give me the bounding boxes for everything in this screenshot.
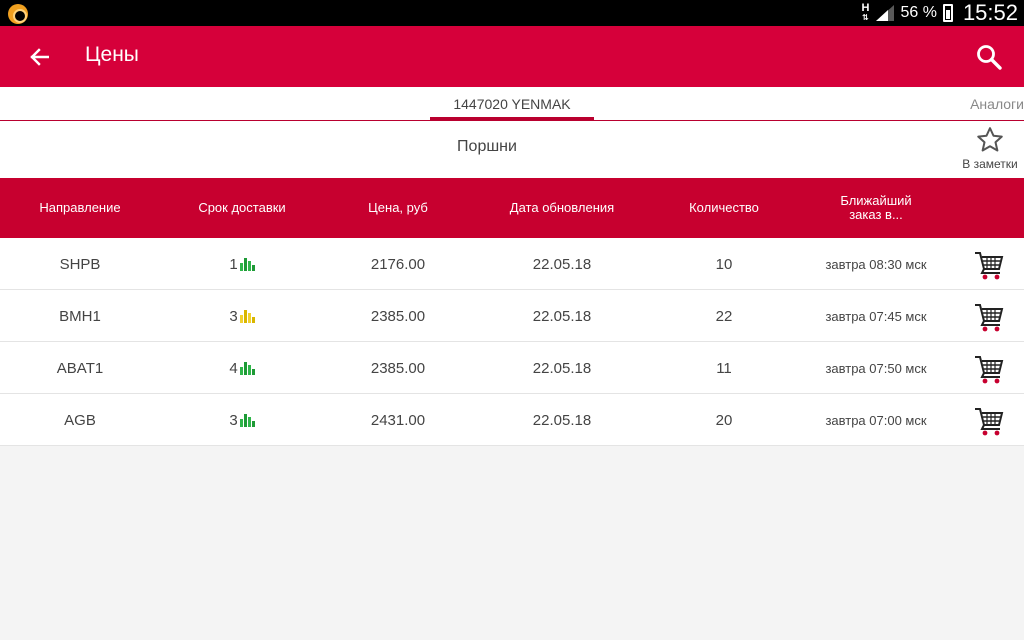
cell-quantity: 11 [716,359,732,377]
status-bar: H ⇅ 56 % 15:52 [0,0,1024,26]
search-button[interactable] [972,40,1006,74]
col-header-direction[interactable]: Направление [0,178,160,238]
cell-date: 22.05.18 [532,255,592,273]
cell-price: 2431.00 [370,411,426,429]
table-row[interactable]: SHPB 1 2176.00 22.05.18 10 завтра 08:30 … [0,238,1024,290]
add-to-notes-button[interactable]: В заметки [958,125,1022,177]
table-row[interactable]: AGB 3 2431.00 22.05.18 20 завтра 07:00 м… [0,394,1024,446]
cell-direction: BMH1 [59,307,101,325]
col-header-quantity[interactable]: Количество [652,178,796,238]
network-type-icon: H ⇅ [861,2,870,23]
app-notification-icon [8,4,28,24]
reliability-bars-icon [239,309,255,323]
tab-analogs[interactable]: Аналоги [970,87,1024,121]
cart-icon[interactable] [974,351,1004,385]
table-header: Направление Срок доставки Цена, руб Дата… [0,178,1024,238]
cell-quantity: 10 [715,255,733,273]
cell-delivery: 4 [160,342,324,394]
cell-delivery: 1 [160,238,324,290]
arrow-left-icon [30,48,49,66]
table-row[interactable]: BMH1 3 2385.00 22.05.18 22 завтра 07:45 … [0,290,1024,342]
clock: 15:52 [962,0,1018,25]
cell-next-order: завтра 07:50 мск [825,360,927,376]
add-to-notes-label: В заметки [962,157,1018,171]
reliability-bars-icon [239,413,255,427]
reliability-bars-icon [239,361,255,375]
col-header-delivery[interactable]: Срок доставки [160,178,324,238]
cell-price: 2176.00 [370,255,426,273]
col-header-update-date[interactable]: Дата обновления [472,178,652,238]
cart-icon[interactable] [974,247,1004,281]
tab-bar: 1447020 YENMAK Аналоги [0,87,1024,121]
col-header-next-order[interactable]: Ближайший заказ в... [796,178,956,238]
category-header: Поршни В заметки [0,121,1024,178]
cart-icon[interactable] [974,403,1004,437]
category-title: Поршни [457,138,517,155]
table-row[interactable]: ABAT1 4 2385.00 22.05.18 11 завтра 07:50… [0,342,1024,394]
cell-direction: SHPB [59,255,101,273]
cell-quantity: 20 [715,411,733,429]
battery-percent: 56 % [900,4,937,21]
cell-direction: AGB [64,411,96,429]
col-header-price[interactable]: Цена, руб [324,178,472,238]
cart-icon[interactable] [974,299,1004,333]
battery-icon [942,4,953,22]
tab-part-number[interactable]: 1447020 YENMAK [430,87,594,121]
cell-date: 22.05.18 [532,411,592,429]
cell-next-order: завтра 07:45 мск [825,308,927,324]
signal-icon [876,5,895,21]
back-button[interactable] [22,40,56,74]
reliability-bars-icon [239,257,255,271]
cell-date: 22.05.18 [532,359,592,377]
cell-date: 22.05.18 [532,307,592,325]
cell-next-order: завтра 08:30 мск [825,256,927,272]
cell-quantity: 22 [715,307,733,325]
search-icon [977,45,1002,70]
cell-price: 2385.00 [370,359,426,377]
page-title: Цены [85,43,139,66]
cell-direction: ABAT1 [56,359,104,377]
table-body: SHPB 1 2176.00 22.05.18 10 завтра 08:30 … [0,238,1024,446]
cell-next-order: завтра 07:00 мск [825,412,927,428]
app-bar: Цены [0,26,1024,87]
star-outline-icon [977,127,1003,152]
cell-delivery: 3 [160,290,324,342]
cell-price: 2385.00 [370,307,426,325]
cell-delivery: 3 [160,394,324,446]
